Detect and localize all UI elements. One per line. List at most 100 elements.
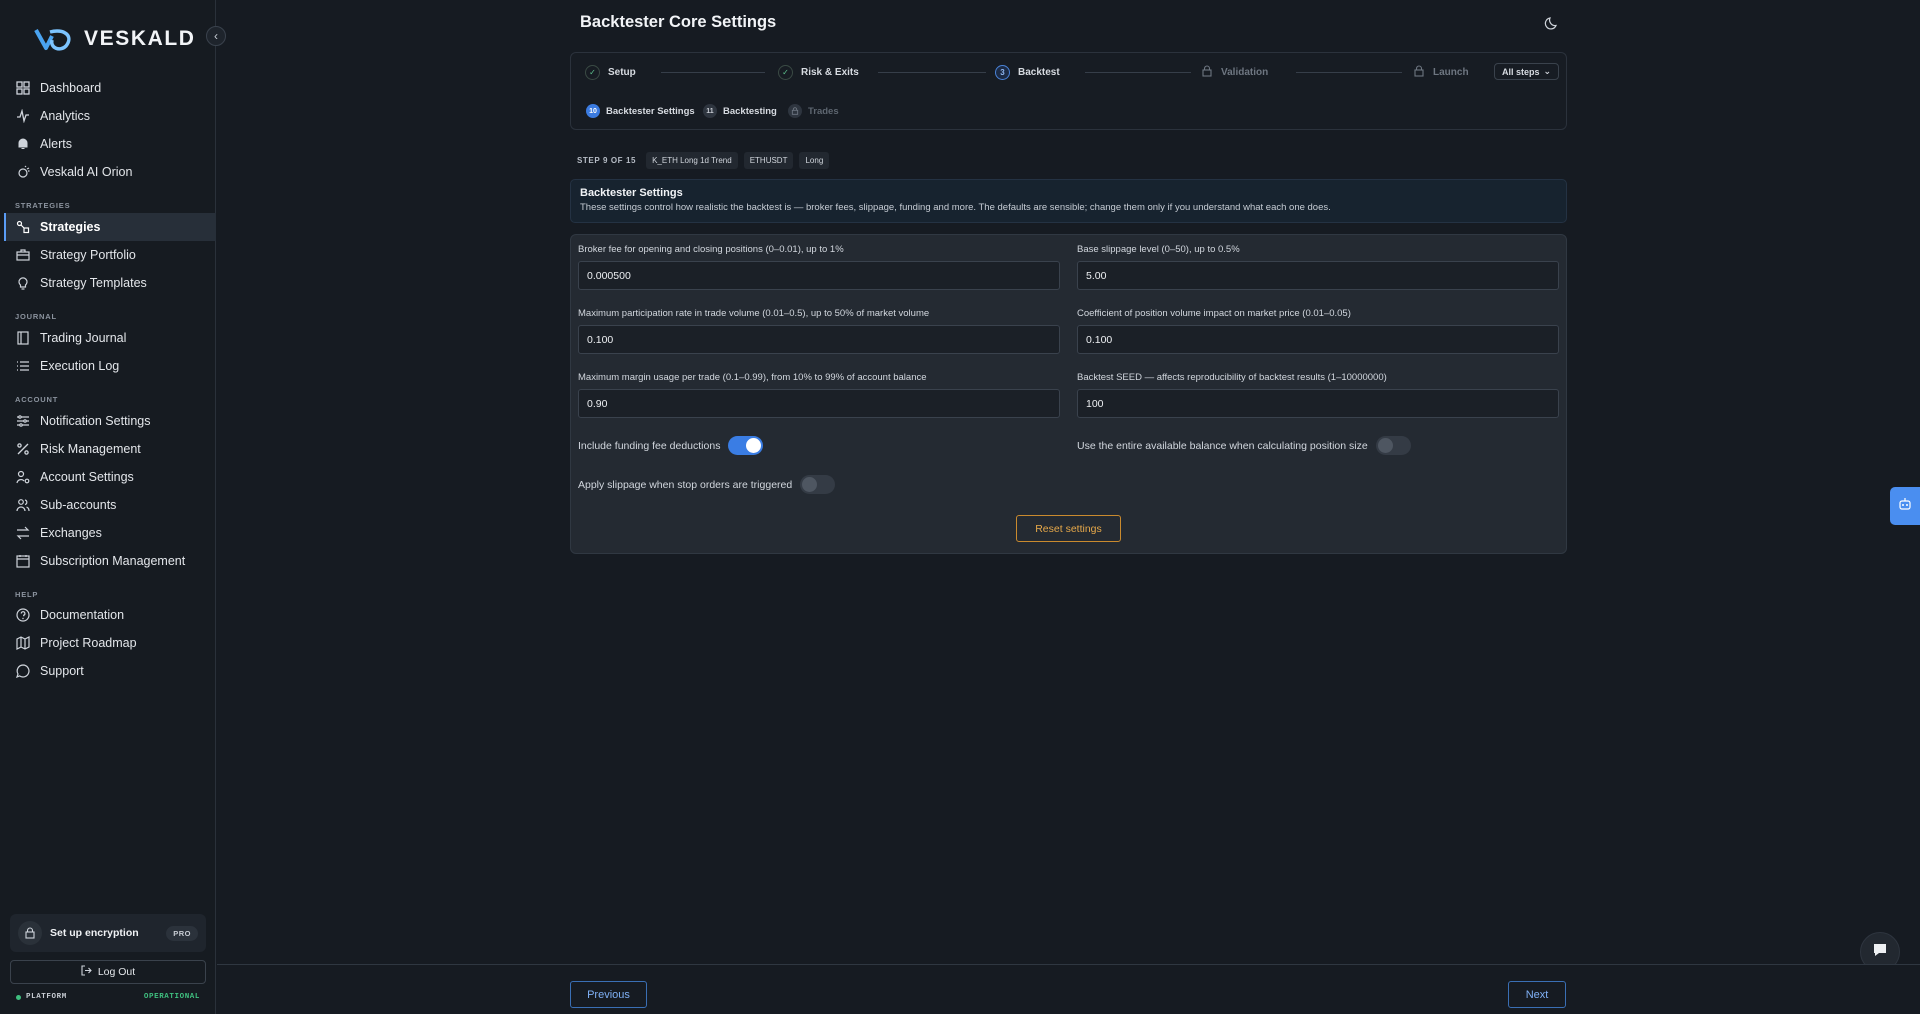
- substep-backtesting[interactable]: 11 Backtesting: [703, 104, 777, 118]
- stop-slippage-toggle-label: Apply slippage when stop orders are trig…: [578, 478, 793, 491]
- step-connector: [878, 72, 986, 73]
- info-text: These settings control how realistic the…: [580, 202, 1331, 213]
- sidebar-item-exchanges[interactable]: Exchanges: [4, 519, 216, 547]
- funding-toggle[interactable]: [728, 436, 764, 455]
- sidebar-item-strategy-templates[interactable]: Strategy Templates: [4, 269, 216, 297]
- sidebar-item-strategies[interactable]: Strategies: [4, 213, 216, 241]
- substep-number: 10: [586, 104, 600, 118]
- sidebar-item-label: Trading Journal: [40, 331, 127, 345]
- strategy-chip: K_ETH Long 1d Trend: [646, 152, 738, 169]
- all-steps-dropdown[interactable]: All steps ⌄: [1494, 63, 1559, 80]
- base-slippage-input[interactable]: 5.00: [1077, 261, 1559, 290]
- funding-toggle-row: Include funding fee deductions: [578, 436, 764, 455]
- lock-icon: [1201, 65, 1213, 80]
- step-validation[interactable]: Validation: [1201, 65, 1268, 80]
- sidebar-item-account-settings[interactable]: Account Settings: [4, 463, 216, 491]
- sidebar-item-sub-accounts[interactable]: Sub-accounts: [4, 491, 216, 519]
- base-slippage-label: Base slippage level (0–50), up to 0.5%: [1077, 244, 1240, 255]
- step-backtest[interactable]: 3 Backtest: [995, 65, 1060, 80]
- sidebar-item-project-roadmap[interactable]: Project Roadmap: [4, 629, 216, 657]
- direction-chip: Long: [799, 152, 830, 169]
- participation-rate-input[interactable]: 0.100: [578, 325, 1060, 354]
- entire-balance-toggle-row: Use the entire available balance when ca…: [1077, 436, 1411, 455]
- assistant-side-tab[interactable]: [1890, 487, 1920, 525]
- map-icon: [16, 636, 30, 650]
- step-connector: [661, 72, 765, 73]
- sidebar-item-support[interactable]: Support: [4, 657, 216, 685]
- sidebar-item-label: Analytics: [40, 109, 91, 123]
- sidebar-item-notification-settings[interactable]: Notification Settings: [4, 407, 216, 435]
- step-risk-exits[interactable]: ✓ Risk & Exits: [778, 65, 859, 80]
- step-label: Backtest: [1018, 67, 1060, 78]
- brand-logo[interactable]: VESKALD: [34, 26, 196, 52]
- step-connector: [1085, 72, 1191, 73]
- status-dot-icon: [16, 994, 21, 1000]
- step-label: Launch: [1433, 67, 1469, 78]
- info-panel: Backtester Settings These settings contr…: [570, 179, 1567, 223]
- moon-icon[interactable]: [1544, 15, 1560, 31]
- setup-encryption-button[interactable]: Set up encryption PRO: [10, 914, 206, 952]
- next-button[interactable]: Next: [1508, 981, 1566, 1008]
- list-icon: [16, 359, 30, 373]
- entire-balance-toggle[interactable]: [1375, 436, 1411, 455]
- collapse-sidebar-button[interactable]: ‹: [206, 26, 226, 46]
- lock-icon: [788, 104, 802, 118]
- sidebar-item-analytics[interactable]: Analytics: [4, 102, 216, 130]
- sidebar-item-label: Account Settings: [40, 470, 134, 484]
- users-icon: [16, 498, 30, 512]
- encryption-label: Set up encryption: [50, 927, 139, 939]
- section-label-strategies: STRATEGIES: [15, 201, 71, 210]
- sidebar-item-label: Project Roadmap: [40, 636, 137, 650]
- sidebar-item-label: Notification Settings: [40, 414, 151, 428]
- sidebar-item-dashboard[interactable]: Dashboard: [4, 74, 216, 102]
- lock-icon: [1413, 65, 1425, 80]
- sidebar: VESKALD ‹ Dashboard Analytics Alerts Ves…: [0, 0, 226, 1014]
- substep-trades[interactable]: Trades: [788, 104, 839, 118]
- sidebar-item-alerts[interactable]: Alerts: [4, 130, 216, 158]
- symbol-chip: ETHUSDT: [743, 152, 794, 169]
- check-icon: ✓: [585, 65, 600, 80]
- sidebar-item-trading-journal[interactable]: Trading Journal: [4, 324, 216, 352]
- substep-label: Backtester Settings: [606, 105, 695, 117]
- margin-usage-input[interactable]: 0.90: [578, 389, 1060, 418]
- logout-button[interactable]: Log Out: [10, 960, 206, 984]
- user-gear-icon: [16, 470, 30, 484]
- sidebar-item-strategy-portfolio[interactable]: Strategy Portfolio: [4, 241, 216, 269]
- sidebar-item-subscription-management[interactable]: Subscription Management: [4, 547, 216, 575]
- seed-input[interactable]: 100: [1077, 389, 1559, 418]
- substep-backtester-settings[interactable]: 10 Backtester Settings: [586, 104, 695, 118]
- sidebar-item-documentation[interactable]: Documentation: [4, 601, 216, 629]
- message-circle-icon: [16, 664, 30, 678]
- bell-icon: [16, 137, 30, 151]
- info-title: Backtester Settings: [580, 187, 683, 199]
- lock-icon: [18, 921, 42, 945]
- stop-slippage-toggle[interactable]: [800, 475, 836, 494]
- substep-number: 11: [703, 104, 717, 118]
- previous-button[interactable]: Previous: [570, 981, 647, 1008]
- step-number: 3: [995, 65, 1010, 80]
- wizard-footer: Previous Next: [217, 964, 1920, 1014]
- sidebar-item-veskald-ai-orion[interactable]: Veskald AI Orion: [4, 158, 216, 186]
- robot-icon: [1898, 497, 1912, 516]
- sidebar-item-label: Support: [40, 664, 84, 678]
- sidebar-item-label: Execution Log: [40, 359, 120, 373]
- sliders-icon: [16, 414, 30, 428]
- briefcase-icon: [16, 248, 30, 262]
- sidebar-item-label: Strategy Portfolio: [40, 248, 136, 262]
- reset-settings-button[interactable]: Reset settings: [1016, 515, 1121, 542]
- step-setup[interactable]: ✓ Setup: [585, 65, 636, 80]
- page-title: Backtester Core Settings: [580, 13, 777, 31]
- brand-name: VESKALD: [84, 27, 196, 50]
- broker-fee-input[interactable]: 0.000500: [578, 261, 1060, 290]
- impact-coefficient-input[interactable]: 0.100: [1077, 325, 1559, 354]
- step-label: Validation: [1221, 67, 1269, 78]
- wizard-stepper: ✓ Setup ✓ Risk & Exits 3 Backtest Valida…: [570, 52, 1567, 130]
- step-launch[interactable]: Launch: [1413, 65, 1469, 80]
- help-circle-icon: [16, 608, 30, 622]
- participation-rate-label: Maximum participation rate in trade volu…: [578, 308, 930, 319]
- platform-label: PLATFORM: [26, 993, 67, 1001]
- section-label-help: HELP: [15, 590, 39, 599]
- sidebar-item-risk-management[interactable]: Risk Management: [4, 435, 216, 463]
- sidebar-item-label: Dashboard: [40, 81, 102, 95]
- sidebar-item-execution-log[interactable]: Execution Log: [4, 352, 216, 380]
